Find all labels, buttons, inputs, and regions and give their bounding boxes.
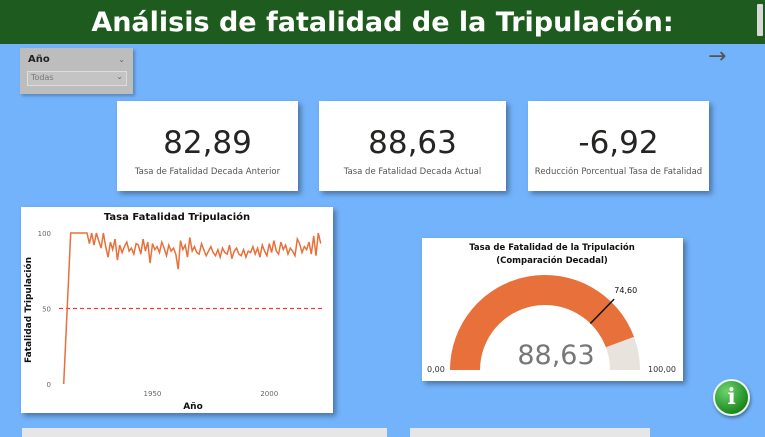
arrow-right-icon[interactable]: → [708, 44, 726, 69]
chevron-down-icon[interactable]: ⌄ [116, 72, 123, 81]
slicer-label: Año [28, 54, 50, 65]
card-percent-reduction: -6,92 Reducción Porcentual Tasa de Fatal… [528, 101, 709, 191]
card-caption: Tasa de Fatalidad Decada Actual [343, 167, 482, 177]
gauge-max-label: 100,00 [648, 365, 676, 374]
card-previous-decade: 82,89 Tasa de Fatalidad Decada Anterior [117, 101, 298, 191]
info-button[interactable]: i [713, 379, 750, 416]
gauge-target-label: 74,60 [614, 286, 637, 295]
x-tick-label: 2000 [260, 390, 278, 398]
slicer-collapse-chevron-icon[interactable]: ⌄ [118, 55, 125, 64]
y-axis-label: Fatalidad Tripulación [23, 257, 34, 363]
bottom-visual-edge [410, 428, 650, 437]
line-chart: Tasa Fatalidad Tripulación Fatalidad Tri… [23, 211, 323, 412]
x-tick-label: 1950 [144, 390, 162, 398]
card-current-decade: 88,63 Tasa de Fatalidad Decada Actual [319, 101, 506, 191]
card-caption: Reducción Porcentual Tasa de Fatalidad [534, 167, 703, 177]
card-value: 88,63 [368, 125, 457, 161]
bottom-visual-edge [22, 428, 387, 437]
gauge-chart: Tasa de Fatalidad de la Tripulación (Com… [427, 242, 676, 374]
slicer-selected-value: Todas [31, 73, 54, 82]
gauge-card[interactable]: Tasa de Fatalidad de la Tripulación (Com… [422, 238, 683, 381]
gauge-title-line2: (Comparación Decadal) [496, 255, 608, 266]
chart-title: Tasa Fatalidad Tripulación [104, 211, 250, 223]
gauge-value: 88,63 [517, 340, 594, 371]
scrollbar-thumb[interactable] [757, 4, 763, 36]
line-chart-card[interactable]: Tasa Fatalidad Tripulación Fatalidad Tri… [21, 207, 333, 413]
card-value: -6,92 [578, 125, 659, 161]
year-slicer[interactable]: Año ⌄ Todas ⌄ [20, 48, 133, 94]
page-title: Análisis de fatalidad de la Tripulación: [91, 6, 674, 38]
gauge-title-line1: Tasa de Fatalidad de la Tripulación [469, 242, 635, 253]
y-tick-label: 100 [38, 230, 51, 238]
card-caption: Tasa de Fatalidad Decada Anterior [134, 167, 281, 177]
title-banner: Análisis de fatalidad de la Tripulación: [0, 0, 765, 44]
slicer-dropdown[interactable]: Todas ⌄ [27, 71, 127, 86]
x-axis-label: Año [183, 402, 203, 412]
gauge-min-label: 0,00 [427, 365, 445, 374]
card-value: 82,89 [163, 125, 252, 161]
y-tick-label: 0 [47, 381, 51, 389]
y-tick-label: 50 [42, 306, 51, 314]
